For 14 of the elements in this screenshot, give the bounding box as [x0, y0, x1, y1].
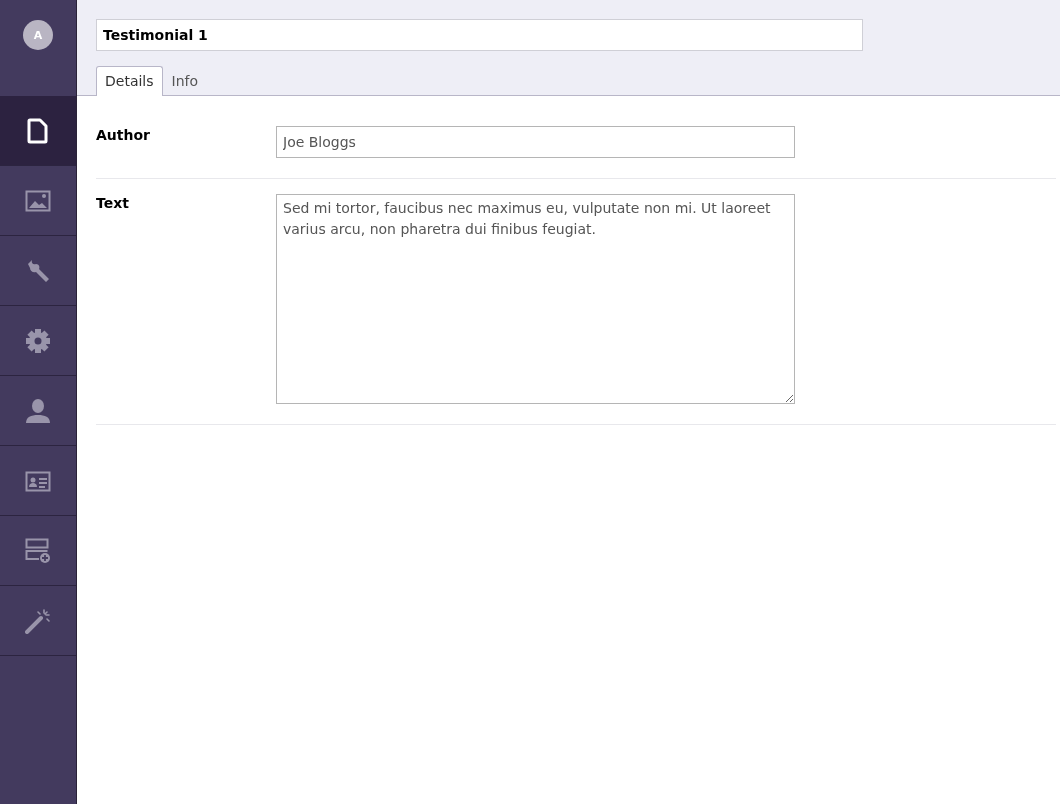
sidebar-item[interactable]	[0, 96, 76, 166]
text-area[interactable]: Sed mi tortor, faucibus nec maximus eu, vulputate non mi. Ut laoreet varius arcu, non pharetra dui finibus feugiat.	[276, 194, 795, 404]
author-field[interactable]: Joe Bloggs	[276, 126, 795, 158]
stack-add-icon	[25, 537, 51, 564]
magic-wand-icon	[25, 607, 51, 634]
tab[interactable]: Info	[162, 66, 208, 96]
title-field[interactable]: Testimonial 1	[96, 19, 863, 51]
tab[interactable]: Details	[96, 66, 163, 96]
id-card-icon	[25, 469, 51, 492]
field-label: Text	[96, 194, 130, 213]
document-icon	[27, 117, 49, 144]
person-icon	[25, 397, 51, 424]
image-icon	[25, 189, 51, 212]
field-label: Author	[96, 126, 151, 145]
